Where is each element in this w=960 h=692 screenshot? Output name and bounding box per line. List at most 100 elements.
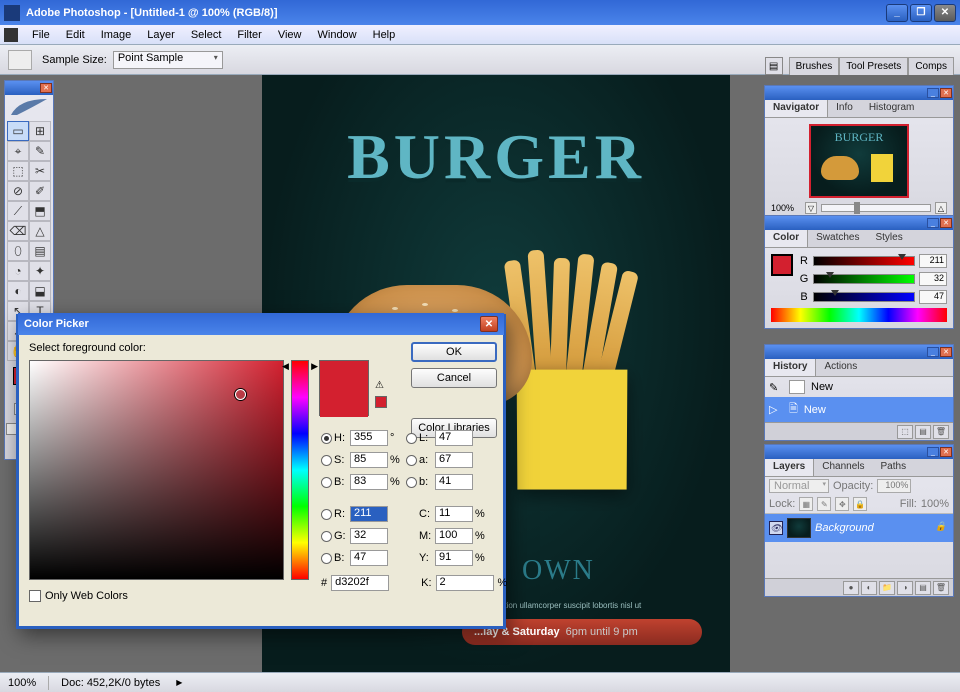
panel-close-icon[interactable]: ✕	[940, 88, 952, 98]
file-browser-icon[interactable]: ▤	[765, 57, 783, 75]
tool-17[interactable]: ⬓	[29, 281, 51, 301]
tab-channels[interactable]: Channels	[814, 459, 872, 476]
b-slider[interactable]	[813, 292, 915, 302]
tab-layers[interactable]: Layers	[765, 459, 814, 476]
panel-close-icon[interactable]: ✕	[940, 447, 952, 457]
history-source[interactable]: ✎ New	[765, 377, 953, 397]
websafe-swatch[interactable]	[375, 396, 387, 408]
lock-pixels-icon[interactable]: ✎	[817, 497, 831, 511]
tab-navigator[interactable]: Navigator	[765, 100, 828, 117]
tool-10[interactable]: ⌫	[7, 221, 29, 241]
tool-7[interactable]: ✐	[29, 181, 51, 201]
h-input[interactable]: 355	[350, 430, 388, 446]
k-input[interactable]: 2	[436, 575, 494, 591]
adjustment-layer-icon[interactable]: ◑	[897, 581, 913, 595]
radio-r[interactable]	[321, 509, 332, 520]
menu-image[interactable]: Image	[93, 27, 140, 43]
snapshot-icon[interactable]: ⬚	[897, 425, 913, 439]
tool-12[interactable]: ⬯	[7, 241, 29, 261]
maximize-button[interactable]: ❐	[910, 4, 932, 22]
document-icon[interactable]	[4, 28, 18, 42]
tab-actions[interactable]: Actions	[816, 359, 865, 376]
gamut-warning-icon[interactable]: ⚠	[375, 380, 387, 392]
g-slider[interactable]	[813, 274, 915, 284]
tab-histogram[interactable]: Histogram	[861, 100, 923, 117]
palette-toolpresets[interactable]: Tool Presets	[839, 57, 908, 76]
tool-6[interactable]: ⊘	[7, 181, 29, 201]
sample-size-select[interactable]: Point Sample	[113, 51, 223, 69]
l-input[interactable]: 47	[435, 430, 473, 446]
menu-file[interactable]: File	[24, 27, 58, 43]
tool-5[interactable]: ✂	[29, 161, 51, 181]
lab-b-input[interactable]: 41	[435, 474, 473, 490]
toolbox-close-icon[interactable]: ✕	[40, 83, 52, 93]
panel-minimize-icon[interactable]: _	[927, 88, 939, 98]
zoom-value[interactable]: 100%	[771, 203, 801, 213]
layer-background[interactable]: 👁 Background 🔒	[765, 514, 953, 542]
menu-layer[interactable]: Layer	[139, 27, 183, 43]
cancel-button[interactable]: Cancel	[411, 368, 497, 388]
close-button[interactable]: ✕	[934, 4, 956, 22]
navigator-thumbnail[interactable]: BURGER	[809, 124, 909, 198]
radio-s[interactable]	[321, 455, 332, 466]
panel-minimize-icon[interactable]: _	[927, 347, 939, 357]
radio-b[interactable]	[406, 477, 417, 488]
current-tool-icon[interactable]	[8, 50, 32, 70]
minimize-button[interactable]: _	[886, 4, 908, 22]
spectrum-ramp[interactable]	[771, 308, 947, 322]
r-value[interactable]: 211	[919, 254, 947, 268]
web-colors-checkbox[interactable]	[29, 590, 41, 602]
radio-l[interactable]	[406, 433, 417, 444]
radio-h[interactable]	[321, 433, 332, 444]
lock-transparency-icon[interactable]: ▦	[799, 497, 813, 511]
b-value[interactable]: 47	[919, 290, 947, 304]
tool-16[interactable]: ◐	[7, 281, 29, 301]
tab-info[interactable]: Info	[828, 100, 861, 117]
zoom-out-icon[interactable]: ▽	[805, 202, 817, 214]
radio-g[interactable]	[321, 531, 332, 542]
bv-input[interactable]: 83	[350, 474, 388, 490]
tab-history[interactable]: History	[765, 359, 816, 376]
menu-view[interactable]: View	[270, 27, 310, 43]
palette-comps[interactable]: Comps	[908, 57, 954, 76]
tab-styles[interactable]: Styles	[867, 230, 910, 247]
brush-source-icon[interactable]: ✎	[769, 381, 783, 394]
g-input[interactable]: 32	[350, 528, 388, 544]
a-input[interactable]: 67	[435, 452, 473, 468]
color-field[interactable]	[29, 360, 284, 580]
panel-minimize-icon[interactable]: _	[927, 218, 939, 228]
new-state-icon[interactable]: ▤	[915, 425, 931, 439]
menu-select[interactable]: Select	[183, 27, 230, 43]
opacity-value[interactable]: 100%	[877, 479, 911, 493]
menu-filter[interactable]: Filter	[229, 27, 269, 43]
panel-close-icon[interactable]: ✕	[940, 347, 952, 357]
tool-1[interactable]: ⊞	[29, 121, 51, 141]
tool-11[interactable]: △	[29, 221, 51, 241]
visibility-icon[interactable]: 👁	[769, 521, 783, 535]
new-set-icon[interactable]: 📁	[879, 581, 895, 595]
tool-8[interactable]: ⟋	[7, 201, 29, 221]
y-input[interactable]: 91	[435, 550, 473, 566]
s-input[interactable]: 85	[350, 452, 388, 468]
color-swatch[interactable]	[771, 254, 793, 276]
panel-close-icon[interactable]: ✕	[940, 218, 952, 228]
menu-edit[interactable]: Edit	[58, 27, 93, 43]
palette-brushes[interactable]: Brushes	[789, 57, 840, 76]
ok-button[interactable]: OK	[411, 342, 497, 362]
g-value[interactable]: 32	[919, 272, 947, 286]
blend-mode-select[interactable]: Normal	[769, 479, 829, 493]
menu-window[interactable]: Window	[310, 27, 365, 43]
layer-style-icon[interactable]: ●	[843, 581, 859, 595]
radio-bv[interactable]	[321, 477, 332, 488]
new-layer-icon[interactable]: ▤	[915, 581, 931, 595]
tool-9[interactable]: ⬒	[29, 201, 51, 221]
hex-input[interactable]: d3202f	[331, 575, 389, 591]
tool-13[interactable]: ▤	[29, 241, 51, 261]
radio-a[interactable]	[406, 455, 417, 466]
trash-icon[interactable]: 🗑	[933, 425, 949, 439]
tool-0[interactable]: ▭	[7, 121, 29, 141]
r-input[interactable]: 211	[350, 506, 388, 522]
tool-14[interactable]: ◔	[7, 261, 29, 281]
tool-15[interactable]: ✦	[29, 261, 51, 281]
fill-value[interactable]: 100%	[921, 498, 949, 510]
